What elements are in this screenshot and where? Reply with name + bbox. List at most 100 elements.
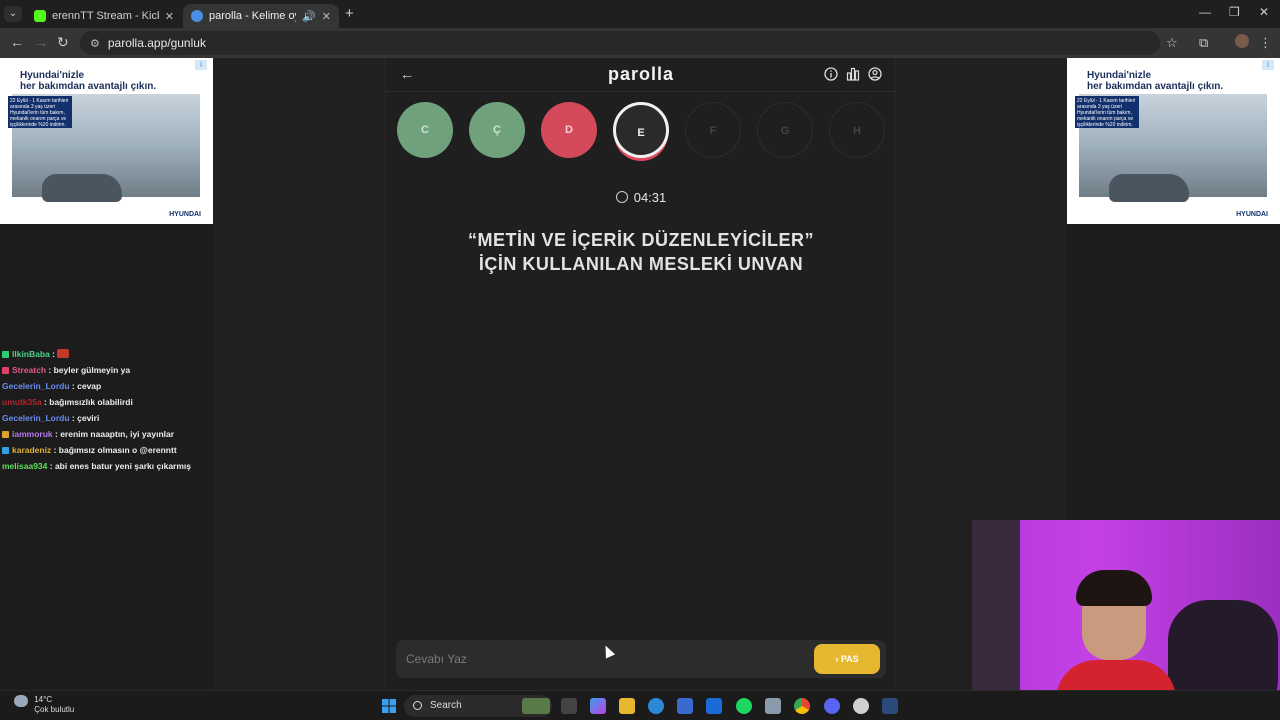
outlook-icon[interactable]: [706, 698, 722, 714]
copilot-icon[interactable]: [590, 698, 606, 714]
url-text: parolla.app/gunluk: [107, 36, 206, 50]
close-window-icon[interactable]: ✕: [1259, 5, 1269, 19]
answer-box: › PAS: [396, 640, 886, 678]
chat-message: Gecelerin_Lordu : cevap: [2, 378, 212, 394]
car-image: [1109, 174, 1189, 202]
chat-separator: :: [69, 413, 78, 423]
discord-icon[interactable]: [824, 698, 840, 714]
chat-username: Streatch: [12, 365, 47, 375]
tab-kick-dashboard[interactable]: erennTT Stream - Kick Dashboa ✕: [26, 4, 182, 28]
parolla-favicon-icon: [191, 10, 203, 22]
chat-text: çeviri: [77, 413, 100, 423]
chat-username: umutk35a: [2, 397, 42, 407]
chat-text: beyler gülmeyin ya: [53, 365, 131, 375]
chat-message: Streatch : beyler gülmeyin ya: [2, 362, 212, 378]
windows-taskbar: 14°C Çok bulutlu Search: [0, 690, 1280, 720]
ad-headline: Hyundai'nizle her bakımdan avantajlı çık…: [20, 70, 157, 92]
game-panel: ← parolla CÇDEFGH 04:31 “METİN VE İÇERİK…: [385, 58, 896, 690]
chat-separator: :: [47, 461, 55, 471]
extensions-icon[interactable]: ⧉: [1199, 35, 1208, 51]
close-tab-icon[interactable]: ✕: [165, 10, 174, 23]
chat-text: bağımsız olmasın o @erenntt: [58, 445, 177, 455]
letter-circle-G: G: [757, 102, 813, 158]
store-icon[interactable]: [677, 698, 693, 714]
tab-title: parolla - Kelime oyunu. Gün: [209, 10, 296, 22]
game-header: ← parolla: [386, 58, 896, 92]
forward-arrow-icon[interactable]: →: [34, 34, 48, 50]
chat-badge-icon: [2, 367, 9, 374]
tab-parolla[interactable]: parolla - Kelime oyunu. Gün 🔊 ✕: [183, 4, 339, 28]
hyundai-logo: HYUNDAI: [1236, 211, 1268, 218]
menu-kebab-icon[interactable]: ⋮: [1259, 35, 1272, 51]
chat-separator: :: [46, 365, 54, 375]
chat-username: karadeniz: [12, 445, 52, 455]
chat-username: IlkinBaba: [12, 349, 50, 359]
clock-icon: [615, 191, 628, 203]
weather-temp: 14°C: [34, 695, 53, 704]
adchoices-icon[interactable]: i: [195, 60, 207, 70]
reload-icon[interactable]: ↻: [57, 34, 69, 51]
new-tab-button[interactable]: +: [345, 5, 354, 22]
audio-icon[interactable]: 🔊: [302, 10, 316, 23]
minimize-icon[interactable]: —: [1199, 5, 1211, 19]
chat-separator: :: [49, 349, 58, 359]
tab-title: erennTT Stream - Kick Dashboa: [52, 10, 159, 22]
ad-promo-text: 22 Eylül - 1 Kasım tarihleri arasında 3 …: [1075, 96, 1139, 128]
steam-icon[interactable]: [882, 698, 898, 714]
app-icon[interactable]: [765, 698, 781, 714]
kick-favicon-icon: [34, 10, 46, 22]
ad-headline: Hyundai'nizle her bakımdan avantajlı çık…: [1087, 70, 1224, 92]
letter-circle-D: D: [541, 102, 597, 158]
chat-text: bağımsızlık olabilirdi: [49, 397, 133, 407]
chat-message: umutk35a : bağımsızlık olabilirdi: [2, 394, 212, 410]
task-view-icon[interactable]: [561, 698, 577, 714]
chat-badge-icon: [2, 431, 9, 438]
hyundai-logo: HYUNDAI: [169, 211, 201, 218]
weather-widget[interactable]: 14°C Çok bulutlu: [14, 695, 74, 715]
right-ad-banner[interactable]: i Hyundai'nizle her bakımdan avantajlı ç…: [1067, 58, 1280, 224]
chat-username: Gecelerin_Lordu: [2, 413, 70, 423]
chat-username: iammoruk: [12, 429, 53, 439]
stats-icon[interactable]: [846, 67, 860, 81]
ad-promo-text: 22 Eylül - 1 Kasım tarihleri arasında 3 …: [8, 96, 72, 128]
chat-message: IlkinBaba :: [2, 346, 212, 362]
chat-username: melisaa934: [2, 461, 48, 471]
chat-message: melisaa934 : abi enes batur yeni şarkı ç…: [2, 458, 212, 474]
maximize-icon[interactable]: ❐: [1229, 5, 1240, 19]
pass-button[interactable]: › PAS: [814, 644, 880, 674]
back-arrow-icon[interactable]: ←: [10, 34, 24, 50]
left-ad-banner[interactable]: i Hyundai'nizle her bakımdan avantajlı ç…: [0, 58, 213, 224]
bookmark-star-icon[interactable]: ☆: [1166, 35, 1178, 51]
edge-icon[interactable]: [648, 698, 664, 714]
chrome-icon[interactable]: [794, 698, 810, 714]
cloud-icon: [14, 695, 28, 707]
browser-tab-bar: ⌄ erennTT Stream - Kick Dashboa ✕ paroll…: [0, 0, 1280, 28]
tab-search-button[interactable]: ⌄: [4, 6, 22, 22]
search-icon: [413, 701, 422, 710]
parolla-logo[interactable]: parolla: [386, 64, 896, 85]
obs-icon[interactable]: [853, 698, 869, 714]
stream-chat-overlay: IlkinBaba : Streatch : beyler gülmeyin y…: [2, 346, 212, 474]
letter-circle-F: F: [685, 102, 741, 158]
info-icon[interactable]: [824, 67, 838, 81]
user-icon[interactable]: [868, 67, 882, 81]
chat-badge-icon: [2, 447, 9, 454]
browser-toolbar: ← → ↻ ⚙ parolla.app/gunluk ☆ ⧉ ⋮: [0, 28, 1280, 58]
chat-message: iammoruk : erenim naaaptın, iyi yayınlar: [2, 426, 212, 442]
emote-icon: [57, 349, 70, 358]
profile-avatar[interactable]: [1235, 34, 1249, 48]
spotify-icon[interactable]: [736, 698, 752, 714]
letter-circle-H: H: [829, 102, 885, 158]
site-info-icon[interactable]: ⚙: [90, 37, 100, 50]
close-tab-icon[interactable]: ✕: [322, 10, 331, 23]
chat-username: Gecelerin_Lordu: [2, 381, 70, 391]
chat-text: abi enes batur yeni şarkı çıkarmış: [54, 461, 192, 471]
windows-start-icon[interactable]: [381, 698, 397, 714]
file-explorer-icon[interactable]: [619, 698, 635, 714]
streamer-hair: [1076, 570, 1152, 606]
adchoices-icon[interactable]: i: [1262, 60, 1274, 70]
search-highlight-icon: [522, 698, 550, 714]
chat-message: Gecelerin_Lordu : çeviri: [2, 410, 212, 426]
car-image: [42, 174, 122, 202]
address-bar[interactable]: ⚙ parolla.app/gunluk: [80, 31, 1160, 55]
